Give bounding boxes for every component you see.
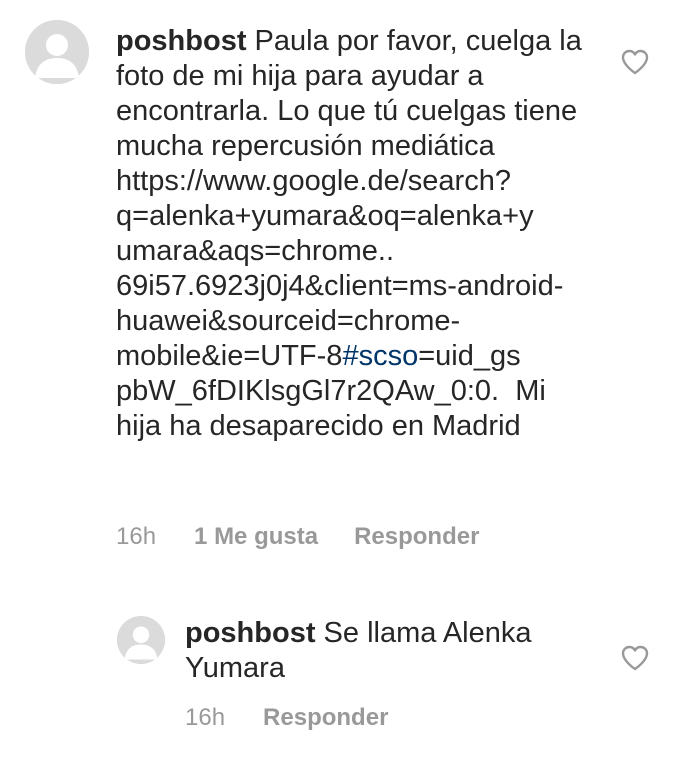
likes-count-button[interactable]: 1 Me gusta: [194, 523, 318, 551]
heart-outline-icon[interactable]: [620, 48, 650, 76]
comment-timestamp: 16h: [116, 523, 157, 550]
comment-meta: 16h Responder: [185, 704, 388, 732]
reply-button[interactable]: Responder: [263, 704, 388, 732]
comment-text: poshbost Se llama Alenka Yumara: [185, 616, 605, 686]
hashtag-link[interactable]: #scso: [342, 340, 418, 372]
default-avatar-icon: [117, 616, 165, 664]
comment-username[interactable]: poshbost: [185, 617, 316, 649]
avatar[interactable]: [25, 20, 89, 84]
comment-meta: 16h 1 Me gusta Responder: [116, 523, 479, 551]
comment-timestamp: 16h: [185, 704, 226, 731]
comment-body-part: Paula por favor, cuelga la foto de mi hi…: [116, 25, 590, 372]
default-avatar-icon: [25, 20, 89, 84]
avatar[interactable]: [117, 616, 165, 664]
reply-button[interactable]: Responder: [354, 523, 479, 551]
heart-outline-icon[interactable]: [620, 644, 650, 672]
reply-comment: poshbost Se llama Alenka Yumara 16h Resp…: [0, 600, 690, 760]
comment: poshbost Paula por favor, cuelga la foto…: [0, 0, 690, 580]
comment-text: poshbost Paula por favor, cuelga la foto…: [116, 24, 586, 444]
comment-username[interactable]: poshbost: [116, 25, 247, 57]
